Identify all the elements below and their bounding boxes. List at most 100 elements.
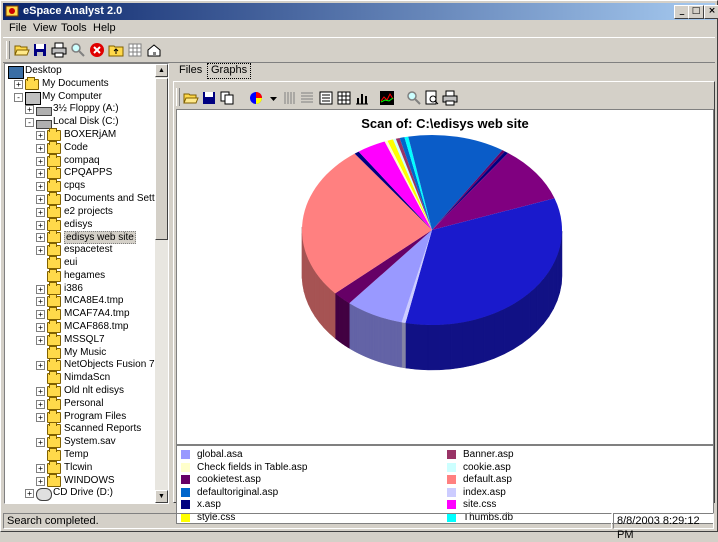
folder-icon <box>47 284 61 295</box>
maximize-button[interactable]: □ <box>688 5 704 19</box>
expand-button[interactable]: + <box>36 169 45 178</box>
scroll-up-button[interactable]: ▲ <box>155 64 168 77</box>
menu-view[interactable]: View <box>33 22 57 34</box>
print-icon[interactable] <box>442 90 458 106</box>
save-icon[interactable] <box>201 90 217 106</box>
pie-slice-side <box>363 311 365 357</box>
pie-slice-side <box>355 307 357 353</box>
tree-vertical-scrollbar[interactable]: ▲ ▼ <box>155 64 168 503</box>
toolbar-grip[interactable] <box>6 41 10 59</box>
stop-icon[interactable] <box>89 42 105 58</box>
tree-item-label: Personal <box>64 398 103 409</box>
print-icon[interactable] <box>51 42 67 58</box>
tree-item-label: MCAF868.tmp <box>64 321 128 332</box>
expand-button[interactable]: + <box>36 208 45 217</box>
expand-button[interactable]: + <box>25 489 34 498</box>
folder-icon <box>47 437 61 448</box>
pie-slice-side <box>504 304 513 354</box>
legend-icon[interactable] <box>318 90 334 106</box>
close-button[interactable]: × <box>704 5 718 19</box>
zoom-icon[interactable] <box>406 90 422 106</box>
print-preview-icon[interactable] <box>424 90 440 106</box>
pie-slice-side <box>473 317 484 365</box>
expand-button[interactable]: + <box>25 105 34 114</box>
legend-swatch <box>181 488 190 497</box>
pie-slice-side <box>394 321 396 367</box>
expand-button[interactable]: + <box>36 297 45 306</box>
expand-button[interactable]: + <box>36 400 45 409</box>
expand-button[interactable]: + <box>36 144 45 153</box>
chart-wizard-icon[interactable] <box>379 90 395 106</box>
legend-swatch <box>181 463 190 472</box>
data-grid-icon[interactable] <box>336 90 352 106</box>
find-icon[interactable] <box>70 42 86 58</box>
expand-button[interactable]: + <box>36 310 45 319</box>
save-icon[interactable] <box>32 42 48 58</box>
expand-button[interactable]: + <box>36 195 45 204</box>
pie-slice-side <box>543 272 548 324</box>
expand-button[interactable]: + <box>36 157 45 166</box>
legend-label: defaultoriginal.asp <box>197 487 278 498</box>
folder-up-icon[interactable] <box>108 42 124 58</box>
collapse-button[interactable]: - <box>14 93 23 102</box>
pie-slice-side <box>372 314 374 360</box>
tree-item-label: Scanned Reports <box>64 423 141 434</box>
tree-item-label: MCAF7A4.tmp <box>64 308 130 319</box>
expand-button[interactable]: + <box>36 131 45 140</box>
pie-slice-side <box>311 266 315 317</box>
graph-toolbar-grip[interactable] <box>176 88 180 106</box>
expand-button[interactable]: + <box>36 246 45 255</box>
pie-slice-side <box>387 319 389 365</box>
right-pane: Files Graphs Sca <box>171 63 715 502</box>
expand-button[interactable]: + <box>36 361 45 370</box>
folder-icon <box>47 463 61 474</box>
pie-slice-side <box>462 320 473 367</box>
copy-icon[interactable] <box>219 90 235 106</box>
pie-slice-side <box>315 272 319 323</box>
menu-file[interactable]: File <box>9 22 27 34</box>
dropdown-arrow-icon[interactable] <box>266 90 282 106</box>
tab-graphs[interactable]: Graphs <box>207 63 251 79</box>
expand-button[interactable]: + <box>36 285 45 294</box>
scroll-down-button[interactable]: ▼ <box>155 490 168 503</box>
horizontal-lines-icon[interactable] <box>299 90 315 106</box>
expand-button[interactable]: + <box>36 182 45 191</box>
scroll-thumb[interactable] <box>155 78 168 240</box>
home-icon[interactable] <box>146 42 162 58</box>
expand-button[interactable]: + <box>36 336 45 345</box>
folder-icon <box>47 360 61 371</box>
pie-slice-side <box>370 313 372 359</box>
tree-item-label: NimdaScn <box>64 372 110 383</box>
menu-help[interactable]: Help <box>93 22 116 34</box>
expand-button[interactable]: + <box>36 387 45 396</box>
pie-slice-side <box>553 256 557 309</box>
chart-area: Scan of: C:\edisys web site <box>176 109 714 445</box>
window-title: eSpace Analyst 2.0 <box>23 5 122 17</box>
open-folder-icon[interactable] <box>183 90 199 106</box>
expand-button[interactable]: + <box>36 233 45 242</box>
tree-item-label: Local Disk (C:) <box>53 116 119 127</box>
vertical-lines-icon[interactable] <box>282 90 298 106</box>
grid-icon[interactable] <box>127 42 143 58</box>
open-folder-icon[interactable] <box>14 42 30 58</box>
tree-item-label: System.sav <box>64 436 116 447</box>
expand-button[interactable]: + <box>36 438 45 447</box>
title-bar[interactable]: eSpace Analyst 2.0 _ □ × <box>3 3 715 20</box>
expand-button[interactable]: + <box>14 80 23 89</box>
collapse-button[interactable]: - <box>25 118 34 127</box>
drive-icon <box>36 107 52 116</box>
expand-button[interactable]: + <box>36 323 45 332</box>
graphs-panel: Scan of: C:\edisys web site global.asaBa… <box>173 81 715 503</box>
expand-button[interactable]: + <box>36 477 45 486</box>
folder-icon <box>47 386 61 397</box>
chart-type-icon[interactable] <box>354 90 370 106</box>
pie-slice-side <box>557 248 560 301</box>
tree-item-label: eui <box>64 257 77 268</box>
expand-button[interactable]: + <box>36 221 45 230</box>
chart-title: Scan of: C:\edisys web site <box>361 116 529 131</box>
expand-button[interactable]: + <box>36 413 45 422</box>
palette-icon[interactable] <box>249 90 265 106</box>
menu-tools[interactable]: Tools <box>61 22 87 34</box>
tab-files[interactable]: Files <box>176 64 205 78</box>
expand-button[interactable]: + <box>36 464 45 473</box>
